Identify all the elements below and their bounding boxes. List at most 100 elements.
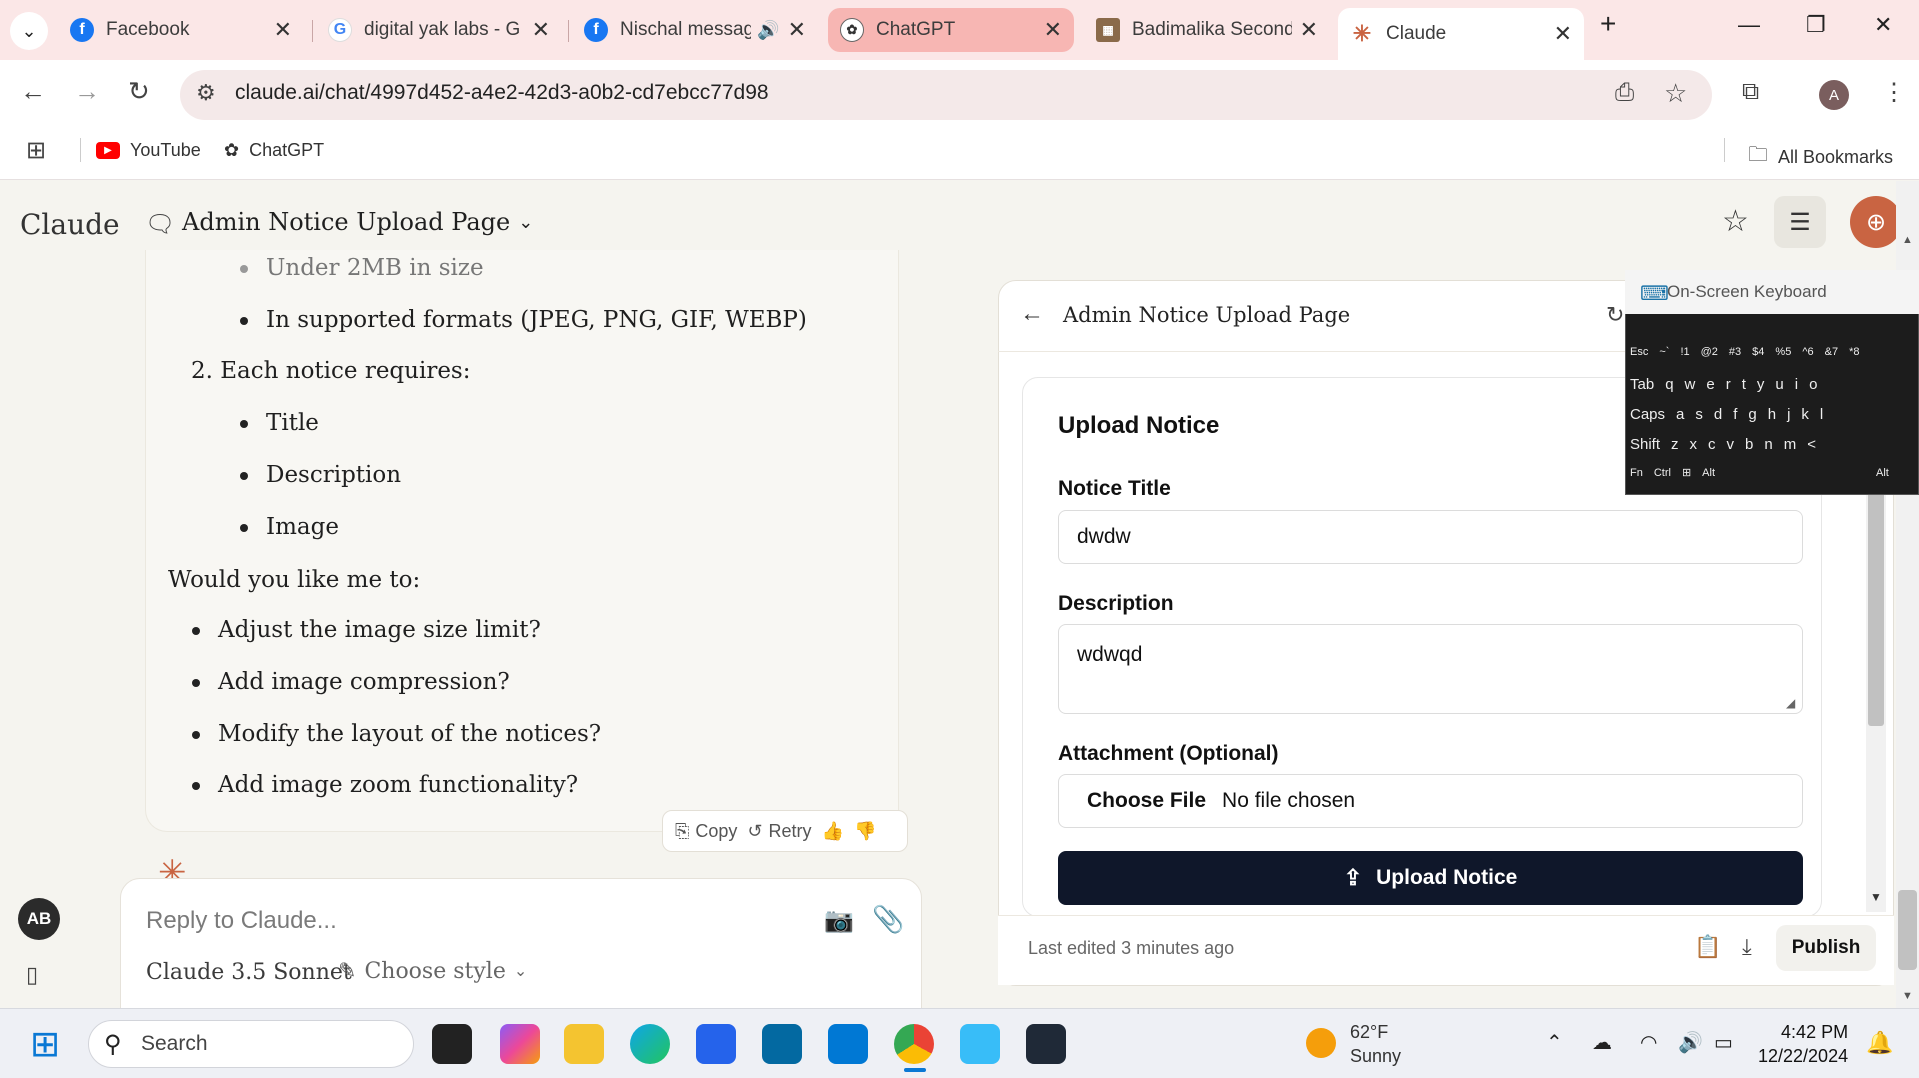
- close-icon[interactable]: ✕: [532, 17, 550, 43]
- resize-handle-icon[interactable]: ◢: [1786, 696, 1795, 710]
- numbered-item: 2. Each notice requires:: [191, 358, 471, 384]
- notice-title-input[interactable]: dwdw: [1058, 510, 1803, 564]
- windows-key-icon[interactable]: ⊞: [1682, 466, 1691, 479]
- osk-title-bar[interactable]: On-Screen Keyboard: [1625, 270, 1919, 314]
- artifact-scroll-thumb[interactable]: [1868, 482, 1884, 726]
- star-conversation-icon[interactable]: ☆: [1722, 204, 1749, 239]
- weather-widget[interactable]: 62°F Sunny: [1350, 1020, 1401, 1068]
- restore-button[interactable]: ❐: [1806, 12, 1826, 38]
- search-icon: ⚲: [104, 1031, 122, 1058]
- osk-row-2[interactable]: Tab q w e r t y u i o: [1630, 376, 1828, 393]
- new-tab-button[interactable]: +: [1600, 8, 1616, 40]
- outlook-icon[interactable]: [762, 1024, 802, 1064]
- sidebar-toggle-icon[interactable]: ▯: [26, 962, 38, 988]
- bookmark-star-icon[interactable]: ☆: [1664, 78, 1687, 109]
- user-avatar[interactable]: AB: [18, 898, 60, 940]
- copy-button[interactable]: ⎘ Copy: [675, 821, 737, 842]
- thumbs-down-icon[interactable]: 👎: [854, 821, 876, 842]
- chatgpt-icon: ✿: [840, 18, 864, 42]
- close-icon[interactable]: ✕: [788, 17, 806, 43]
- store-icon[interactable]: [696, 1024, 736, 1064]
- description-textarea[interactable]: wdwqd: [1058, 624, 1803, 714]
- chrome-icon[interactable]: [894, 1024, 934, 1064]
- reload-button[interactable]: ↻: [128, 76, 150, 107]
- scroll-up-icon[interactable]: ▲: [1902, 234, 1913, 246]
- bookmark-separator: [1724, 138, 1725, 162]
- claude-logo[interactable]: Claude: [20, 208, 120, 241]
- copilot-icon[interactable]: [500, 1024, 540, 1064]
- page-scroll-thumb[interactable]: [1898, 890, 1917, 970]
- windows-start-icon[interactable]: ⊞: [30, 1026, 60, 1062]
- close-icon[interactable]: ✕: [1554, 21, 1572, 47]
- thumbs-up-icon[interactable]: 👍: [822, 821, 844, 842]
- osk-row-4[interactable]: Shift z x c v b n m <: [1630, 436, 1827, 453]
- osk-row-5[interactable]: Fn Ctrl ⊞ Alt Alt: [1630, 466, 1900, 479]
- publish-button[interactable]: Publish: [1776, 925, 1876, 971]
- terminal-icon[interactable]: [1026, 1024, 1066, 1064]
- tab-digital-yak[interactable]: G digital yak labs - G ✕: [316, 8, 562, 52]
- chevron-up-icon[interactable]: ⌃: [1546, 1030, 1563, 1055]
- install-app-icon[interactable]: ⎙: [1615, 79, 1634, 107]
- close-icon[interactable]: ✕: [1300, 17, 1318, 43]
- google-icon: G: [328, 18, 352, 42]
- back-button[interactable]: ←: [20, 76, 46, 107]
- extensions-icon[interactable]: ⧉: [1742, 78, 1759, 106]
- file-explorer-icon[interactable]: [564, 1024, 604, 1064]
- bookmark-chatgpt[interactable]: ✿ ChatGPT: [224, 140, 324, 161]
- bookmark-youtube[interactable]: ▶ YouTube: [96, 140, 201, 161]
- new-chat-button[interactable]: ⊕: [1850, 196, 1902, 248]
- pc-icon[interactable]: [960, 1024, 1000, 1064]
- osk-row-1[interactable]: Esc ~` !1 @2 #3 $4 %5 ^6 &7 *8: [1630, 346, 1870, 358]
- tab-claude[interactable]: ✳ Claude ✕: [1338, 8, 1584, 60]
- vscode-icon[interactable]: [828, 1024, 868, 1064]
- style-selector[interactable]: ✎ Choose style ⌄: [338, 958, 527, 984]
- osk-row-3[interactable]: Caps a s d f g h j k l: [1630, 406, 1834, 423]
- forward-button[interactable]: →: [74, 76, 100, 107]
- profile-avatar[interactable]: A: [1819, 80, 1849, 110]
- taskbar-app-explorer-view[interactable]: [432, 1024, 472, 1064]
- question-text: Would you like me to:: [168, 567, 421, 593]
- conversation-title-button[interactable]: Admin Notice Upload Page ⌄: [182, 208, 533, 236]
- paperclip-icon[interactable]: 📎: [872, 904, 904, 935]
- settings-sliders-button[interactable]: ☰: [1774, 196, 1826, 248]
- menu-icon[interactable]: ⋮: [1882, 78, 1906, 107]
- refresh-icon[interactable]: ↻: [1606, 302, 1624, 328]
- list-item: Add image compression?: [192, 669, 510, 695]
- volume-icon[interactable]: 🔊: [1678, 1030, 1703, 1055]
- url-text[interactable]: claude.ai/chat/4997d452-a4e2-42d3-a0b2-c…: [235, 81, 769, 105]
- camera-icon[interactable]: 📷: [824, 906, 854, 935]
- claude-spark-icon: ✳: [158, 854, 187, 878]
- all-bookmarks[interactable]: 🗀 All Bookmarks: [1748, 140, 1893, 174]
- upload-notice-button[interactable]: ⇪ Upload Notice: [1058, 851, 1803, 905]
- close-window-button[interactable]: ✕: [1874, 12, 1892, 38]
- tab-chatgpt[interactable]: ✿ ChatGPT ✕: [828, 8, 1074, 52]
- clipboard-icon[interactable]: 📋: [1694, 934, 1721, 960]
- choose-file-button[interactable]: Choose File: [1087, 789, 1206, 813]
- taskbar-search[interactable]: Search: [88, 1020, 414, 1068]
- cloud-icon[interactable]: ☁: [1592, 1030, 1612, 1055]
- reply-input[interactable]: Reply to Claude...: [146, 907, 337, 935]
- scroll-down-icon[interactable]: ▼: [1902, 990, 1913, 1002]
- close-icon[interactable]: ✕: [1044, 17, 1062, 43]
- system-clock[interactable]: 4:42 PM 12/22/2024: [1758, 1020, 1848, 1068]
- speaker-icon[interactable]: 🔊: [757, 20, 779, 41]
- back-arrow-icon[interactable]: ←: [1020, 300, 1044, 328]
- tab-facebook[interactable]: f Facebook ✕: [58, 8, 304, 52]
- file-input[interactable]: Choose File No file chosen: [1058, 774, 1803, 828]
- site-info-icon[interactable]: ⚙: [196, 80, 216, 106]
- model-selector[interactable]: Claude 3.5 Sonnet: [146, 960, 352, 985]
- list-item: Under 2MB in size: [240, 255, 484, 281]
- download-icon[interactable]: ⤓: [1742, 934, 1752, 960]
- notification-bell-icon[interactable]: 🔔: [1866, 1030, 1893, 1056]
- wifi-icon[interactable]: ◠: [1640, 1030, 1657, 1055]
- close-icon[interactable]: ✕: [274, 17, 292, 43]
- retry-button[interactable]: ↺ Retry: [747, 821, 811, 842]
- tab-badimalika[interactable]: ▦ Badimalika Second ✕: [1084, 8, 1330, 52]
- tab-nischal[interactable]: f Nischal messag 🔊 ✕: [572, 8, 818, 52]
- minimize-button[interactable]: —: [1738, 12, 1760, 38]
- apps-grid-icon[interactable]: ⊞: [26, 136, 46, 165]
- edge-icon[interactable]: [630, 1024, 670, 1064]
- battery-icon[interactable]: ▭: [1714, 1030, 1733, 1055]
- scroll-down-icon[interactable]: ▼: [1870, 890, 1882, 904]
- tab-search-button[interactable]: ⌄: [10, 12, 48, 50]
